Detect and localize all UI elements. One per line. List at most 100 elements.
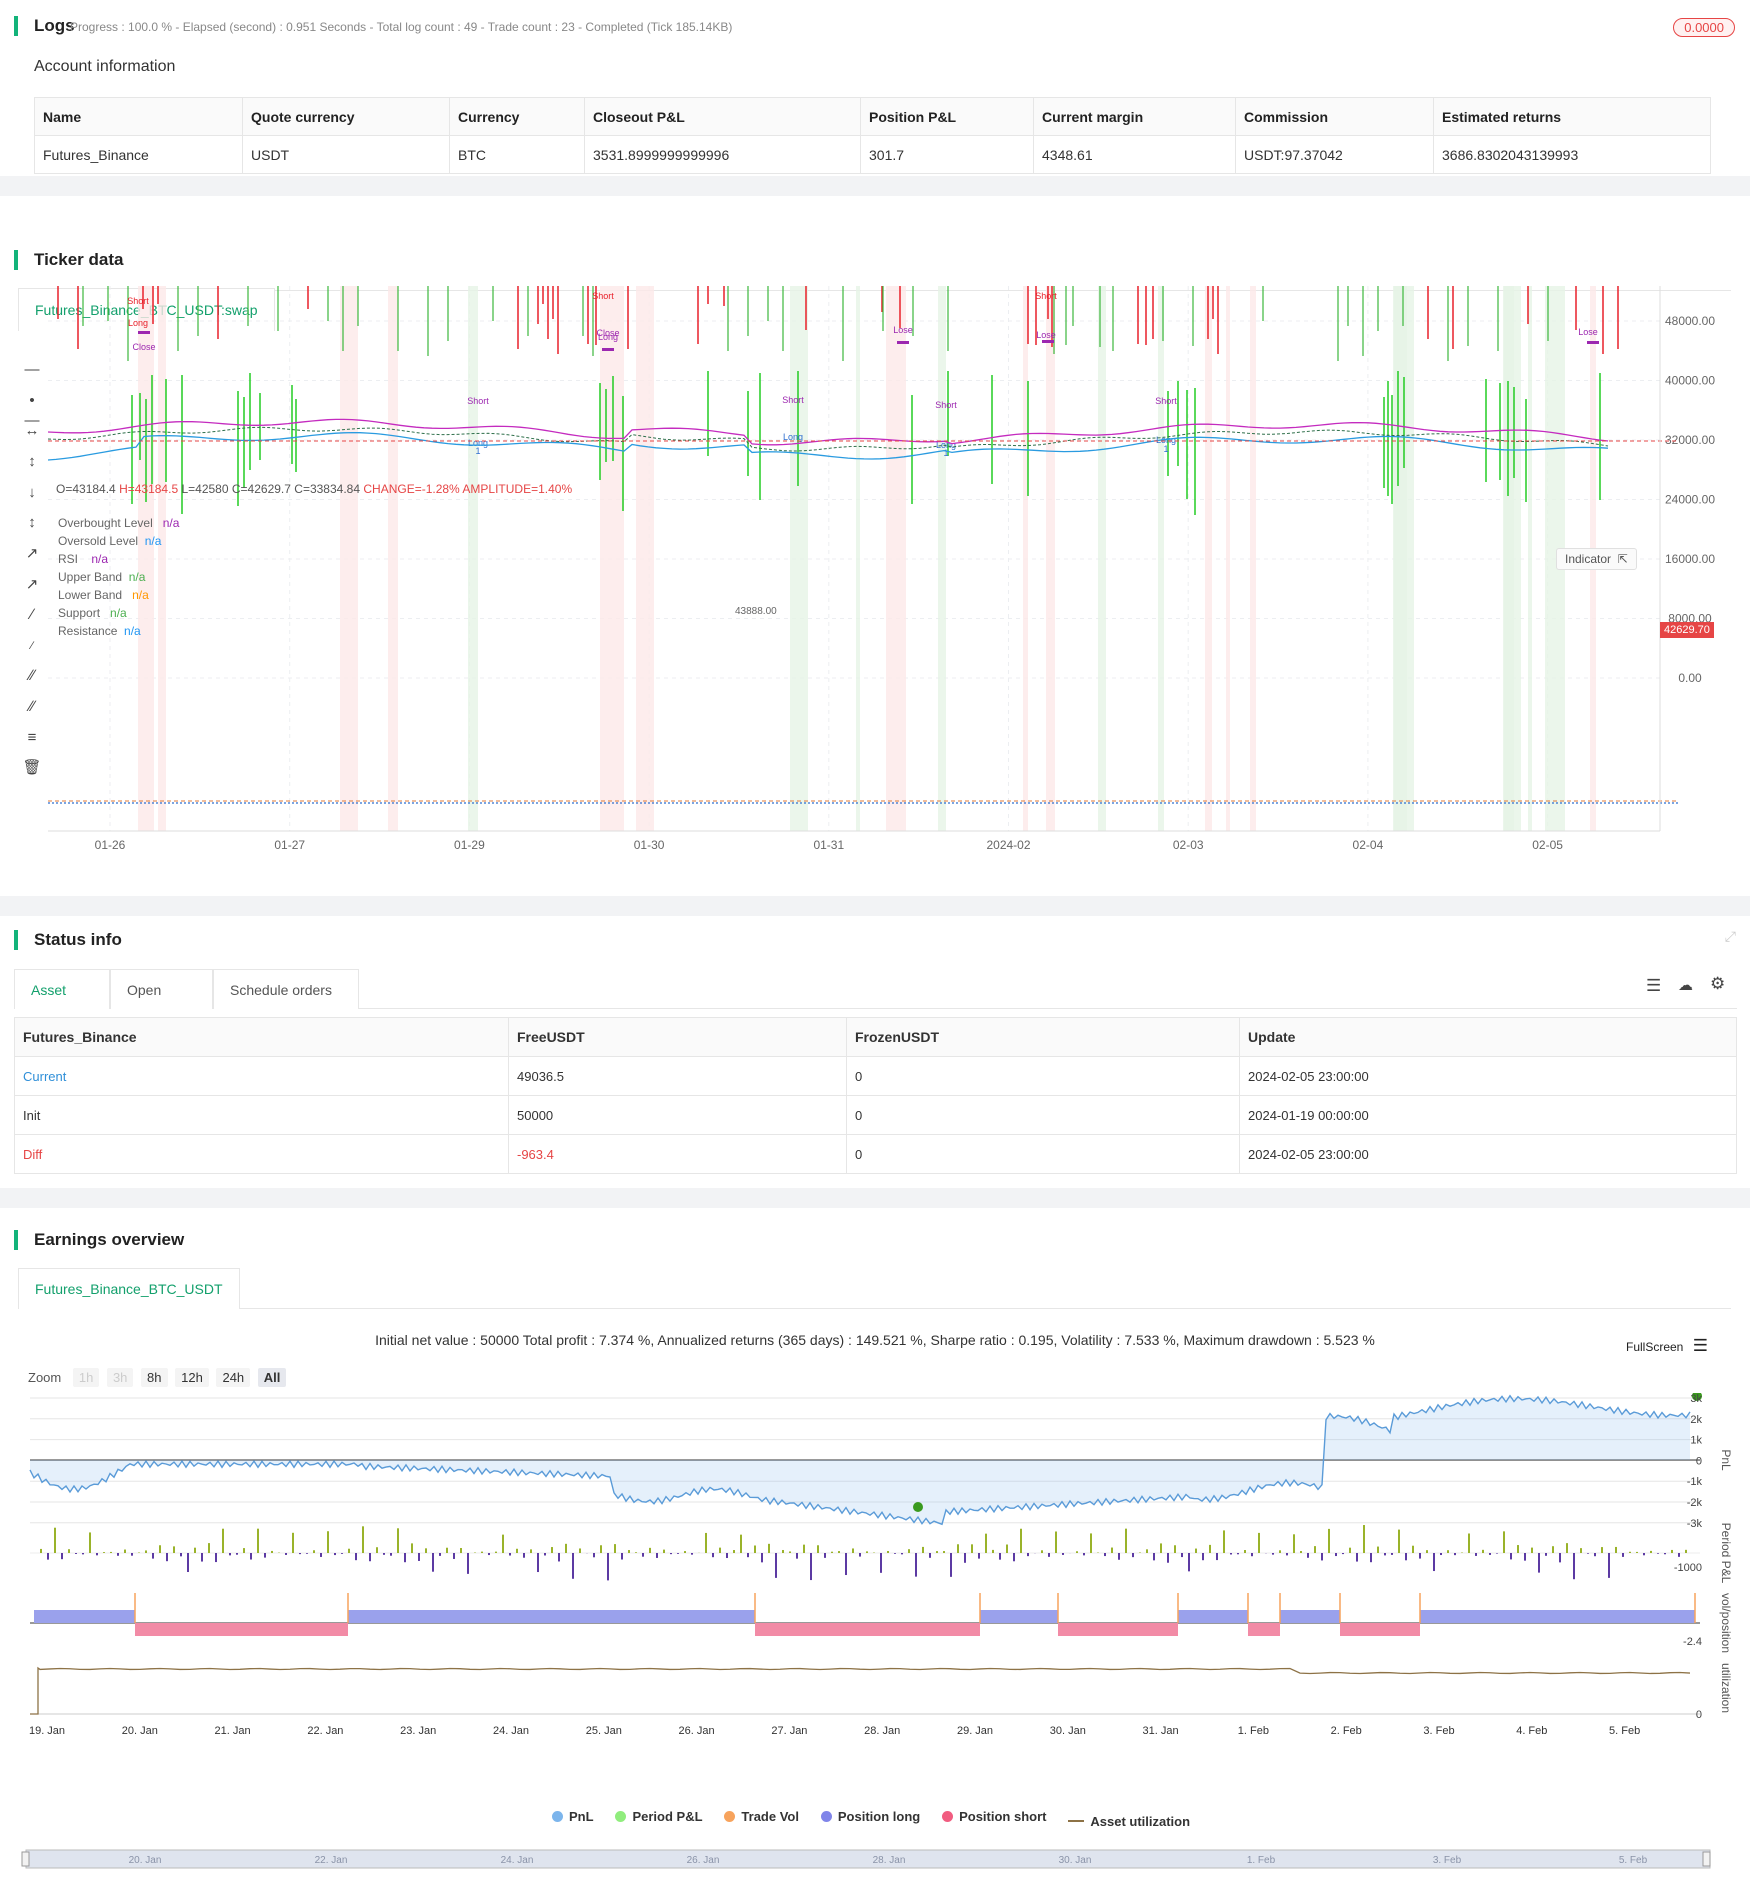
ticker-chart[interactable]: ShortLongCloseShortLongShortLongCloseSho… <box>48 286 1738 886</box>
period-bar <box>75 1553 77 1554</box>
expand-icon[interactable]: ⇱ <box>1618 552 1628 566</box>
period-bar <box>369 1553 371 1562</box>
parallel-channel-icon[interactable]: ∕∕ <box>22 666 42 686</box>
zoom-1h[interactable]: 1h <box>72 1368 100 1387</box>
horizontal-line-icon[interactable]: — <box>22 360 42 380</box>
cloud-download-icon[interactable]: ☁ <box>1678 976 1693 994</box>
mark-label: 43888.00 <box>735 606 777 617</box>
fib-fan-icon[interactable]: ∕∕ <box>22 697 42 717</box>
long-zone <box>1394 286 1414 831</box>
period-bar <box>1307 1553 1309 1558</box>
period-bar <box>572 1553 574 1579</box>
zoom-8h[interactable]: 8h <box>141 1368 168 1387</box>
period-bar <box>383 1553 385 1555</box>
period-bar <box>649 1547 651 1553</box>
trade-label: 1 <box>1163 444 1168 454</box>
short-zone <box>1250 286 1256 831</box>
navigator-handle-left[interactable] <box>21 1851 30 1867</box>
account-cell: 301.7 <box>860 135 1034 174</box>
period-bar <box>390 1553 392 1556</box>
ray-line-icon[interactable]: ↗ <box>22 575 42 595</box>
period-bar <box>684 1551 686 1553</box>
legend-value: n/a <box>124 624 141 638</box>
legend-value: n/a <box>144 534 162 548</box>
period-bar <box>264 1553 266 1558</box>
account-col-header: Closeout P&L <box>584 97 861 136</box>
segment-line-icon[interactable]: ∕ <box>22 605 42 625</box>
tab-schedule-orders[interactable]: Schedule orders <box>213 969 359 1009</box>
extended-line-icon[interactable]: ↔ <box>22 421 42 441</box>
fib-retracement-icon[interactable]: ≡ <box>22 728 42 748</box>
vertical-extended-icon[interactable]: ↕ <box>22 513 42 533</box>
price-label-icon[interactable]: ∕ <box>22 636 42 656</box>
period-bar <box>194 1547 196 1553</box>
zoom-3h[interactable]: 3h <box>106 1368 134 1387</box>
navigator-handle-right[interactable] <box>1702 1851 1711 1867</box>
tab-open-orders[interactable]: Open orders <box>110 969 213 1038</box>
period-bar <box>348 1548 350 1553</box>
horizontal-ray-icon[interactable]: •— <box>22 391 42 429</box>
collapse-icon[interactable]: ⤢ <box>1725 928 1736 945</box>
list-icon[interactable]: ☰ <box>1646 976 1661 996</box>
ohlc-open: O=43184.4 <box>56 482 116 496</box>
legend-position-long[interactable]: Position long <box>820 1809 920 1824</box>
fullscreen-button[interactable]: FullScreen ☰ <box>1626 1336 1708 1356</box>
period-bar <box>1139 1552 1141 1553</box>
legend-trade-vol[interactable]: Trade Vol <box>724 1809 799 1824</box>
period-bar <box>1454 1553 1456 1556</box>
x-tick-label: 02-05 <box>1532 838 1563 852</box>
legend-pnl[interactable]: PnL <box>552 1809 594 1824</box>
zoom-12h[interactable]: 12h <box>175 1368 209 1387</box>
vertical-line-icon[interactable]: ↕ <box>22 452 42 472</box>
trade-label: Lose <box>1036 330 1056 340</box>
period-bar <box>159 1545 161 1553</box>
legend-label: Lower Band <box>58 588 123 602</box>
period-bar <box>103 1552 105 1553</box>
period-bar <box>1580 1548 1582 1553</box>
x-tick-label: 22. Jan <box>307 1725 343 1737</box>
period-bar <box>1181 1553 1183 1558</box>
x-tick-label: 20. Jan <box>122 1725 158 1737</box>
asset-name[interactable]: Current <box>14 1056 509 1096</box>
period-bar <box>124 1549 126 1553</box>
vertical-ray-icon[interactable]: ↓ <box>22 483 42 503</box>
period-bar <box>796 1553 798 1559</box>
legend-label: PnL <box>569 1809 594 1824</box>
earnings-tab[interactable]: Futures_Binance_BTC_USDT <box>18 1268 240 1309</box>
period-bar <box>544 1553 546 1556</box>
pnl-tick-label: -2k <box>1687 1497 1703 1509</box>
gear-icon[interactable]: ⚙ <box>1710 974 1725 994</box>
legend-period-pnl[interactable]: Period P&L <box>615 1809 703 1824</box>
zoom-all[interactable]: All <box>257 1368 287 1387</box>
pnl-tick-label: 1k <box>1690 1435 1702 1447</box>
legend-value: n/a <box>132 588 149 602</box>
period-bar <box>1475 1553 1477 1556</box>
asset-name: Init <box>14 1095 509 1135</box>
legend-position-short[interactable]: Position short <box>942 1809 1046 1824</box>
pnl-area <box>30 1395 1690 1525</box>
period-bar <box>642 1553 644 1557</box>
trade-label: 1 <box>943 448 948 458</box>
legend-label: Resistance <box>58 624 118 638</box>
period-bar <box>495 1551 497 1553</box>
trend-line-icon[interactable]: ↗ <box>22 544 42 564</box>
period-bar <box>1636 1551 1638 1553</box>
long-zone <box>1158 286 1164 831</box>
tab-asset[interactable]: Asset <box>14 969 110 1009</box>
indicator-button[interactable]: Indicator ⇱ <box>1556 548 1637 570</box>
x-tick-label: 02-04 <box>1353 838 1384 852</box>
long-zone <box>856 286 860 831</box>
zoom-24h[interactable]: 24h <box>216 1368 251 1387</box>
ohlc-high: H=43184.5 <box>119 482 179 496</box>
legend-asset-utilization[interactable]: Asset utilization <box>1068 1814 1190 1829</box>
period-bar <box>551 1547 553 1553</box>
lower-band-line <box>48 431 1609 461</box>
period-bar <box>54 1527 56 1553</box>
period-bar <box>502 1534 504 1553</box>
trash-icon[interactable]: 🗑 <box>22 758 42 778</box>
y-tick-label: 0.00 <box>1678 671 1702 685</box>
account-col-header: Currency <box>449 97 585 136</box>
period-bar <box>355 1553 357 1561</box>
menu-icon[interactable]: ☰ <box>1693 1336 1708 1355</box>
period-bar <box>362 1526 364 1553</box>
